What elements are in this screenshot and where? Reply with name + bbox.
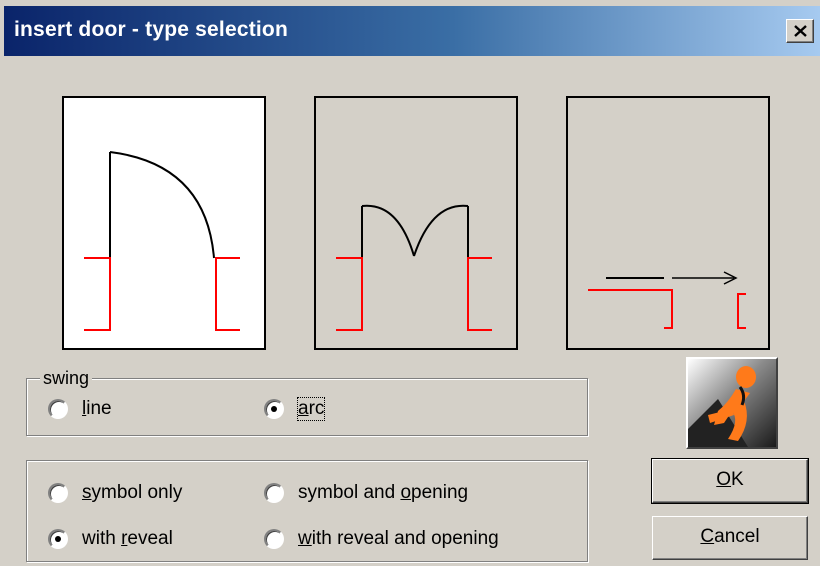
symbol-and-opening-radio[interactable]: symbol and opening xyxy=(264,482,468,504)
radio-label: symbol and opening xyxy=(298,482,469,503)
sliding-door-preview[interactable] xyxy=(566,96,770,350)
with-reveal-and-opening-radio[interactable]: with reveal and opening xyxy=(264,528,499,550)
figure-logo-icon xyxy=(686,357,778,449)
radio-label: line xyxy=(82,398,112,419)
cancel-button[interactable]: Cancel xyxy=(652,516,808,560)
title-bar[interactable]: insert door - type selection xyxy=(4,6,820,56)
radio-label: arc xyxy=(296,397,326,421)
radio-label: with reveal xyxy=(82,528,173,549)
door-type-dialog: insert door - type selection swing line … xyxy=(0,0,820,566)
door-swing-arc-preview[interactable] xyxy=(62,96,266,350)
symbol-only-radio[interactable]: symbol only xyxy=(48,482,182,504)
swing-line-radio[interactable]: line xyxy=(48,398,112,420)
radio-indicator xyxy=(264,483,284,503)
window-title: insert door - type selection xyxy=(14,18,288,41)
radio-label: with reveal and opening xyxy=(298,528,499,549)
close-icon xyxy=(794,25,807,37)
radio-indicator xyxy=(48,529,68,549)
ok-button[interactable]: OK xyxy=(651,458,809,504)
swing-legend: swing xyxy=(40,368,93,389)
swing-arc-radio[interactable]: arc xyxy=(264,397,326,421)
radio-indicator xyxy=(48,483,68,503)
radio-indicator xyxy=(48,399,68,419)
double-door-preview[interactable] xyxy=(314,96,518,350)
double-door-diagram xyxy=(336,204,492,331)
radio-label: symbol only xyxy=(82,482,183,503)
sliding-door-diagram xyxy=(588,271,746,329)
close-button[interactable] xyxy=(786,19,814,43)
radio-indicator xyxy=(264,529,284,549)
radio-indicator xyxy=(264,399,284,419)
door-arc-diagram xyxy=(84,151,240,331)
with-reveal-radio[interactable]: with reveal xyxy=(48,528,173,550)
